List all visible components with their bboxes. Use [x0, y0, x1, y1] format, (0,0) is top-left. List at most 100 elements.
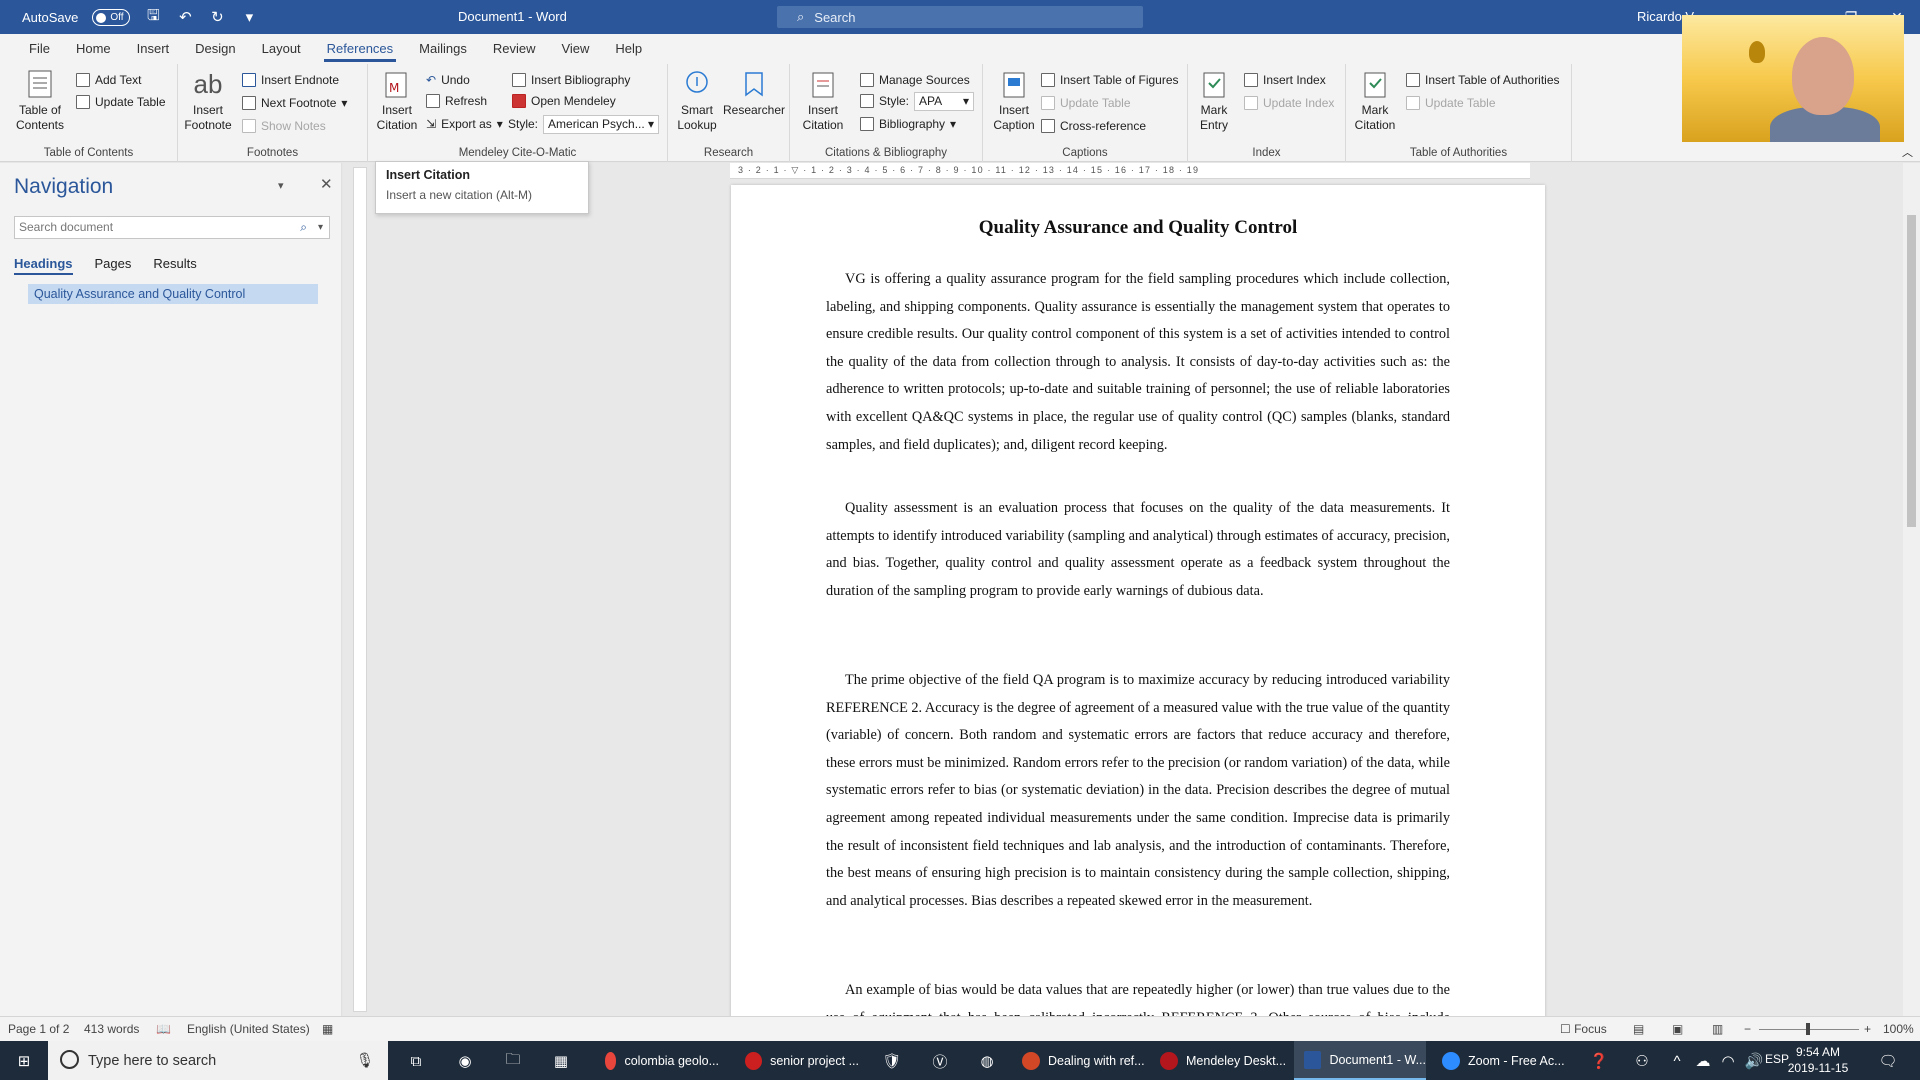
mendeley-style-select[interactable]: American Psych... ▾: [543, 114, 660, 134]
researcher-button[interactable]: Researcher: [722, 68, 786, 118]
mendeley-insert-citation-button[interactable]: M Insert Citation: [374, 68, 420, 133]
document-page[interactable]: Quality Assurance and Quality Control VG…: [731, 185, 1545, 1016]
smart-lookup-button[interactable]: Smart Lookup: [674, 68, 720, 133]
insert-citation-button[interactable]: Insert Citation: [796, 68, 850, 133]
language[interactable]: English (United States): [187, 1017, 310, 1042]
file-explorer-icon[interactable]: 🗀: [503, 1051, 523, 1071]
onedrive-icon[interactable]: ☁: [1693, 1051, 1713, 1071]
wifi-icon[interactable]: ◠: [1718, 1051, 1738, 1071]
tab-file[interactable]: File: [16, 34, 63, 64]
taskbar-app-chrome[interactable]: colombia geolo...: [595, 1041, 719, 1080]
mark-citation-button[interactable]: Mark Citation: [1350, 68, 1400, 133]
mark-entry-button[interactable]: Mark Entry: [1192, 68, 1236, 133]
tab-design[interactable]: Design: [182, 34, 248, 64]
close-icon[interactable]: ✕: [320, 175, 333, 193]
vertical-scrollbar[interactable]: [1903, 163, 1920, 1016]
microphone-icon[interactable]: 🎙: [356, 1052, 374, 1069]
update-index-button[interactable]: Update Index: [1244, 93, 1334, 113]
next-footnote-button[interactable]: Next Footnote ▾: [242, 93, 347, 113]
customize-qat-icon[interactable]: ▾: [240, 8, 258, 26]
search-document-input[interactable]: Search document ⌕ ▾: [14, 216, 330, 239]
insert-caption-button[interactable]: Insert Caption: [989, 68, 1039, 133]
clock[interactable]: 9:54 AM 2019-11-15: [1778, 1044, 1858, 1076]
taskbar-search[interactable]: Type here to search 🎙: [48, 1041, 388, 1080]
clock-time: 9:54 AM: [1795, 1045, 1841, 1059]
tab-results[interactable]: Results: [153, 256, 196, 275]
people-icon[interactable]: ⚇: [1632, 1051, 1652, 1071]
update-table-authorities-button[interactable]: Update Table: [1406, 93, 1496, 113]
update-table-button[interactable]: Update Table: [76, 92, 166, 112]
tab-home[interactable]: Home: [63, 34, 124, 64]
show-notes-button[interactable]: Show Notes: [242, 116, 326, 136]
taskbar-app-zoom[interactable]: Zoom - Free Ac...: [1432, 1041, 1568, 1080]
read-mode-icon[interactable]: ▤: [1633, 1017, 1644, 1042]
cross-reference-button[interactable]: Cross-reference: [1041, 116, 1146, 136]
calculator-icon[interactable]: ▦: [551, 1051, 571, 1071]
open-mendeley-button[interactable]: Open Mendeley: [512, 91, 616, 111]
macro-icon[interactable]: ▦: [322, 1017, 333, 1042]
tab-layout[interactable]: Layout: [249, 34, 314, 64]
taskbar-app-word[interactable]: Document1 - W...: [1294, 1041, 1426, 1080]
insert-index-button[interactable]: Insert Index: [1244, 70, 1326, 90]
volume-icon[interactable]: 🔊: [1744, 1051, 1764, 1071]
zoom-slider-knob[interactable]: [1806, 1023, 1810, 1035]
insert-footnote-button[interactable]: ab Insert Footnote: [183, 68, 233, 133]
zoom-slider[interactable]: [1759, 1023, 1859, 1035]
brave-icon[interactable]: 🛡: [882, 1051, 902, 1071]
vivaldi-icon[interactable]: Ⓥ: [930, 1051, 950, 1071]
page-count[interactable]: Page 1 of 2: [8, 1017, 69, 1042]
save-icon[interactable]: 🖫: [144, 7, 162, 26]
scroll-thumb[interactable]: [1907, 215, 1916, 527]
zoom-in-icon[interactable]: +: [1864, 1017, 1871, 1042]
insert-table-of-figures-button[interactable]: Insert Table of Figures: [1041, 70, 1179, 90]
tab-insert[interactable]: Insert: [124, 34, 183, 64]
tab-view[interactable]: View: [548, 34, 602, 64]
taskbar-app-opera[interactable]: senior project ...: [735, 1041, 859, 1080]
firefox-icon[interactable]: ◍: [977, 1051, 997, 1071]
proofing-icon[interactable]: 📖: [156, 1017, 171, 1042]
web-layout-icon[interactable]: ▥: [1712, 1017, 1723, 1042]
table-of-contents-button[interactable]: Table of Contents: [8, 68, 72, 133]
chevron-down-icon[interactable]: ▾: [318, 217, 323, 238]
word-count[interactable]: 413 words: [84, 1017, 139, 1042]
zoom-level[interactable]: 100%: [1883, 1017, 1914, 1042]
tab-review[interactable]: Review: [480, 34, 549, 64]
help-icon[interactable]: ❓: [1589, 1051, 1609, 1071]
mendeley-refresh-button[interactable]: Refresh: [426, 91, 487, 111]
zoom-out-icon[interactable]: −: [1744, 1017, 1751, 1042]
insert-bibliography-button[interactable]: Insert Bibliography: [512, 70, 630, 90]
title-search-box[interactable]: ⌕ Search: [777, 6, 1143, 28]
insert-table-of-authorities-button[interactable]: Insert Table of Authorities: [1406, 70, 1560, 90]
collapse-ribbon-icon[interactable]: ︿: [1902, 144, 1913, 160]
windows-start-icon[interactable]: ⊞: [14, 1051, 34, 1071]
autosave-toggle[interactable]: Off: [92, 8, 131, 26]
tab-pages[interactable]: Pages: [95, 256, 132, 275]
task-view-icon[interactable]: ⧉: [406, 1051, 426, 1071]
add-text-button[interactable]: Add Text: [76, 70, 141, 90]
tab-help[interactable]: Help: [602, 34, 655, 64]
opera-icon: [745, 1051, 763, 1070]
undo-icon[interactable]: ↶: [176, 8, 194, 26]
taskbar-app-powerpoint[interactable]: Dealing with ref...: [1012, 1041, 1146, 1080]
chevron-up-icon[interactable]: ^: [1667, 1051, 1687, 1071]
tab-mailings[interactable]: Mailings: [406, 34, 480, 64]
redo-icon[interactable]: ↻: [208, 8, 226, 26]
search-icon[interactable]: ⌕: [300, 217, 307, 238]
update-table-figures-button[interactable]: Update Table: [1041, 93, 1131, 113]
print-layout-icon[interactable]: ▣: [1672, 1017, 1683, 1042]
notifications-icon[interactable]: 🗨: [1878, 1051, 1898, 1071]
citation-style-select[interactable]: APA ▾: [914, 91, 975, 111]
bibliography-button[interactable]: Bibliography ▾: [860, 114, 956, 134]
table-of-figures-icon: [1041, 73, 1055, 87]
focus-button[interactable]: ☐ Focus: [1560, 1017, 1607, 1042]
taskbar-app-mendeley[interactable]: Mendeley Deskt...: [1150, 1041, 1290, 1080]
tab-headings[interactable]: Headings: [14, 256, 73, 275]
nav-heading-item[interactable]: Quality Assurance and Quality Control: [28, 284, 318, 304]
insert-endnote-button[interactable]: Insert Endnote: [242, 70, 339, 90]
pinned-app-icon[interactable]: ◉: [455, 1051, 475, 1071]
mendeley-undo-button[interactable]: ↶ Undo: [426, 70, 470, 90]
tab-references[interactable]: References: [314, 34, 406, 64]
manage-sources-button[interactable]: Manage Sources: [860, 70, 970, 90]
export-as-button[interactable]: ⇲ Export as ▾: [426, 114, 503, 134]
pane-options-icon[interactable]: ▾: [278, 179, 284, 192]
